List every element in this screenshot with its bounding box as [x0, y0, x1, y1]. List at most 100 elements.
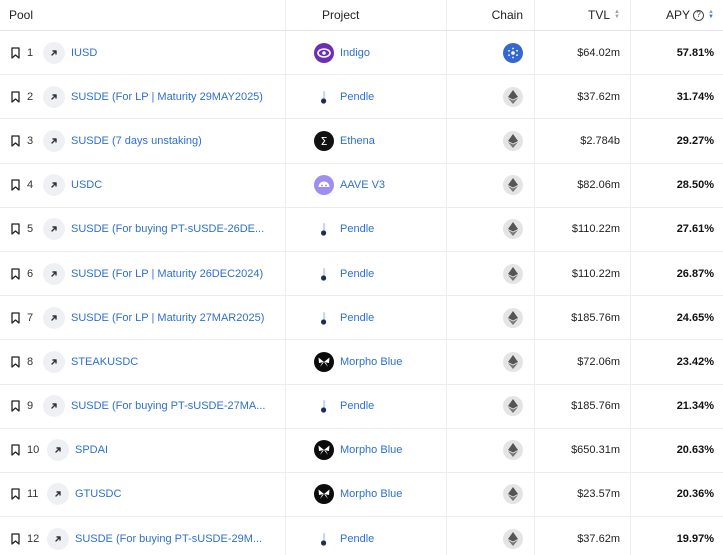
pendle-icon [314, 307, 334, 328]
pool-cell: 6 SUSDE (For LP | Maturity 26DEC2024) [0, 251, 286, 296]
external-link-icon[interactable] [43, 350, 65, 373]
external-link-icon[interactable] [47, 527, 69, 550]
pool-link[interactable]: USDC [71, 179, 102, 191]
pool-link[interactable]: SUSDE (For LP | Maturity 26DEC2024) [71, 268, 263, 280]
pool-cell: 9 SUSDE (For buying PT-sUSDE-27MA... [0, 384, 286, 428]
project-link[interactable]: Pendle [340, 223, 374, 235]
pool-link[interactable]: SPDAI [75, 444, 108, 456]
ethereum-icon [503, 528, 523, 549]
external-link-icon[interactable] [47, 439, 69, 462]
external-link-icon[interactable] [43, 262, 65, 285]
ethereum-icon [503, 263, 523, 284]
pool-cell: 10 SPDAI [0, 428, 286, 472]
external-link-icon[interactable] [43, 41, 65, 64]
sort-icon[interactable]: ▲ ▼ [614, 9, 620, 20]
external-link-icon[interactable] [43, 395, 65, 418]
morpho-icon [314, 351, 334, 372]
bookmark-icon[interactable] [0, 179, 21, 191]
ethereum-icon [503, 484, 523, 505]
external-link-icon[interactable] [43, 306, 65, 329]
pool-link[interactable]: STEAKUSDC [71, 356, 138, 368]
pool-link[interactable]: SUSDE (For buying PT-sUSDE-29M... [75, 533, 262, 545]
project-link[interactable]: Morpho Blue [340, 488, 402, 500]
apy-value: 23.42% [676, 355, 714, 368]
svg-text:Σ: Σ [321, 135, 328, 148]
project-link[interactable]: Ethena [340, 135, 375, 147]
bookmark-icon[interactable] [0, 91, 21, 103]
pool-cell: 2 SUSDE (For LP | Maturity 29MAY2025) [0, 75, 286, 119]
table-body: 1 IUSD Indigo $64.02m 57.81% 2 SUSDE (For LP |… [0, 31, 723, 555]
project-cell: Morpho Blue [286, 472, 447, 517]
yield-pools-table: Pool Project Chain TVL ▲ ▼ APY ? ▲ ▼ 1 IUSD… [0, 0, 723, 555]
bookmark-icon[interactable] [0, 533, 21, 545]
bookmark-icon[interactable] [0, 444, 21, 456]
project-link[interactable]: AAVE V3 [340, 179, 385, 191]
pool-link[interactable]: SUSDE (For LP | Maturity 27MAR2025) [71, 312, 264, 324]
morpho-icon [314, 484, 334, 505]
info-icon[interactable]: ? [693, 9, 705, 21]
pendle-icon [314, 86, 334, 107]
table-row: 10 SPDAI Morpho Blue $650.31m 20.63% [0, 428, 723, 473]
project-link[interactable]: Indigo [340, 47, 370, 59]
bookmark-icon[interactable] [0, 400, 21, 412]
bookmark-icon[interactable] [0, 135, 21, 147]
apy-value: 21.34% [676, 400, 714, 413]
tvl-value: $82.06m [577, 179, 620, 192]
column-header-project[interactable]: Project [286, 0, 447, 30]
project-link[interactable]: Pendle [340, 268, 374, 280]
tvl-value: $37.62m [577, 532, 620, 545]
bookmark-icon[interactable] [0, 223, 21, 235]
bookmark-icon[interactable] [0, 46, 21, 59]
sort-icon[interactable]: ▲ ▼ [708, 9, 714, 20]
apy-cell: 23.42% [631, 340, 723, 383]
external-link-icon[interactable] [43, 129, 65, 152]
chain-cell [447, 207, 535, 251]
external-link-icon[interactable] [43, 85, 65, 108]
project-link[interactable]: Morpho Blue [340, 444, 402, 456]
bookmark-icon[interactable] [0, 488, 21, 501]
rank-number: 4 [27, 179, 34, 192]
project-cell: Indigo [286, 31, 447, 75]
apy-cell: 31.74% [631, 75, 723, 118]
tvl-cell: $37.62m [535, 517, 631, 555]
tvl-value: $72.06m [577, 355, 620, 368]
project-cell: Pendle [286, 251, 447, 296]
table-row: 4 USDC AAVE V3 $82.06m 28.50% [0, 163, 723, 208]
apy-cell: 57.81% [631, 31, 723, 74]
pool-cell: 4 USDC [0, 163, 286, 207]
external-link-icon[interactable] [43, 218, 65, 241]
table-row: 2 SUSDE (For LP | Maturity 29MAY2025) Pend… [0, 75, 723, 120]
pool-link[interactable]: SUSDE (For LP | Maturity 29MAY2025) [71, 91, 263, 103]
column-header-chain[interactable]: Chain [447, 0, 535, 30]
project-link[interactable]: Morpho Blue [340, 356, 402, 368]
column-header-pool[interactable]: Pool [0, 0, 286, 30]
tvl-cell: $64.02m [535, 31, 631, 75]
rank-number: 1 [27, 46, 34, 59]
project-link[interactable]: Pendle [340, 91, 374, 103]
pool-cell: 1 IUSD [0, 31, 286, 75]
tvl-cell: $82.06m [535, 163, 631, 207]
column-header-apy[interactable]: APY ? ▲ ▼ [631, 0, 723, 30]
pool-link[interactable]: GTUSDC [75, 488, 121, 500]
rank-number: 11 [27, 488, 39, 501]
table-row: 12 SUSDE (For buying PT-sUSDE-29M... Pendl… [0, 517, 723, 555]
pool-link[interactable]: SUSDE (For buying PT-sUSDE-27MA... [71, 400, 265, 412]
pool-link[interactable]: SUSDE (For buying PT-sUSDE-26DE... [71, 223, 264, 235]
project-cell: Σ Ethena [286, 119, 447, 163]
project-link[interactable]: Pendle [340, 312, 374, 324]
pendle-icon [314, 263, 334, 284]
ethereum-icon [503, 396, 523, 417]
external-link-icon[interactable] [47, 483, 69, 506]
bookmark-icon[interactable] [0, 312, 21, 324]
column-header-tvl[interactable]: TVL ▲ ▼ [535, 0, 631, 30]
pool-link[interactable]: SUSDE (7 days unstaking) [71, 135, 202, 147]
tvl-value: $110.22m [571, 267, 620, 280]
bookmark-icon[interactable] [0, 356, 21, 368]
pool-link[interactable]: IUSD [71, 47, 97, 59]
project-link[interactable]: Pendle [340, 400, 374, 412]
bookmark-icon[interactable] [0, 267, 21, 280]
project-cell: Morpho Blue [286, 340, 447, 384]
external-link-icon[interactable] [43, 174, 65, 197]
project-link[interactable]: Pendle [340, 533, 374, 545]
ethereum-icon [503, 440, 523, 461]
